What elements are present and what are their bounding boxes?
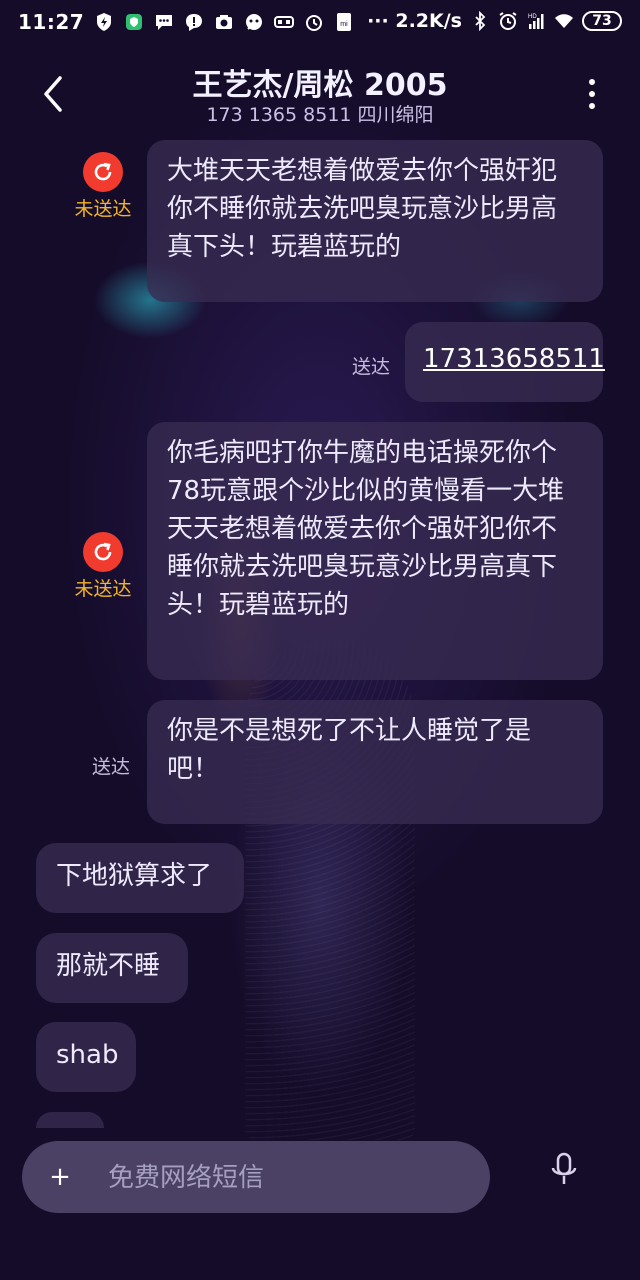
alert-chat-icon [184, 12, 204, 32]
battery-indicator: 73 [582, 11, 622, 31]
clock: 11:27 [18, 10, 85, 34]
network-speed: ··· 2.2K/s [367, 10, 462, 32]
status-bar: 11:27 mi ··· 2.2K/s HD 73 [0, 0, 640, 46]
compose-bar: + [22, 1141, 490, 1213]
phone-number-link[interactable]: 17313658511 [423, 344, 605, 374]
mi-app-icon: mi [334, 12, 354, 32]
signal-hd-icon: HD [526, 11, 546, 31]
alarm-clock-icon [498, 11, 518, 31]
send-failed-indicator: 未送达 [68, 532, 138, 601]
microphone-icon [551, 1152, 577, 1184]
wifi-icon [554, 11, 574, 31]
refresh-icon [94, 542, 112, 561]
failed-status-text: 未送达 [74, 578, 132, 600]
refresh-icon [94, 162, 112, 181]
svg-text:mi: mi [340, 21, 348, 28]
send-failed-indicator: 未送达 [68, 152, 138, 221]
conversation-header: 王艺杰/周松 2005 173 1365 8511 四川绵阳 [0, 56, 640, 132]
chat-bot-icon [244, 12, 264, 32]
alarm-icon [304, 12, 324, 32]
message-input[interactable] [106, 1155, 470, 1201]
more-options-button[interactable] [582, 76, 602, 112]
security-app-icon [124, 12, 144, 32]
message-bubble-sent[interactable]: 你是不是想死了不让人睡觉了是吧！ [147, 700, 603, 824]
voice-input-button[interactable] [548, 1150, 580, 1190]
message-bubble-received[interactable]: shab [36, 1022, 136, 1092]
camera-notification-icon [214, 12, 234, 32]
delivered-status-text: 送达 [92, 756, 131, 778]
lightning-shield-icon [94, 12, 114, 32]
retry-button[interactable] [83, 532, 123, 572]
message-bubble-received[interactable]: 那就不睡 [36, 933, 188, 1003]
contact-number-location: 173 1365 8511 四川绵阳 [206, 104, 434, 126]
attach-button[interactable]: + [46, 1159, 74, 1195]
svg-text:HD: HD [528, 14, 537, 20]
contact-name: 王艺杰/周松 2005 [192, 68, 448, 103]
more-vertical-icon [589, 79, 595, 109]
message-bubble-sent[interactable]: 你毛病吧打你牛魔的电话操死你个78玩意跟个沙比似的黄慢看一大堆天天老想着做爱去你… [147, 422, 603, 680]
failed-status-text: 未送达 [74, 198, 132, 220]
message-notification-icon [154, 12, 174, 32]
message-bubble-sent: 17313658511 [405, 322, 605, 402]
bluetooth-icon [470, 11, 490, 31]
message-bubble-received[interactable]: 下地狱算求了 [36, 843, 244, 913]
message-bubble-sent[interactable]: 大堆天天老想着做爱去你个强奸犯你不睡你就去洗吧臭玩意沙比男高真下头！玩碧蓝玩的 [147, 140, 603, 302]
vr-glasses-icon [274, 12, 295, 32]
retry-button[interactable] [83, 152, 123, 192]
delivered-status-text: 送达 [352, 356, 391, 378]
message-bubble-partial [36, 1112, 104, 1128]
